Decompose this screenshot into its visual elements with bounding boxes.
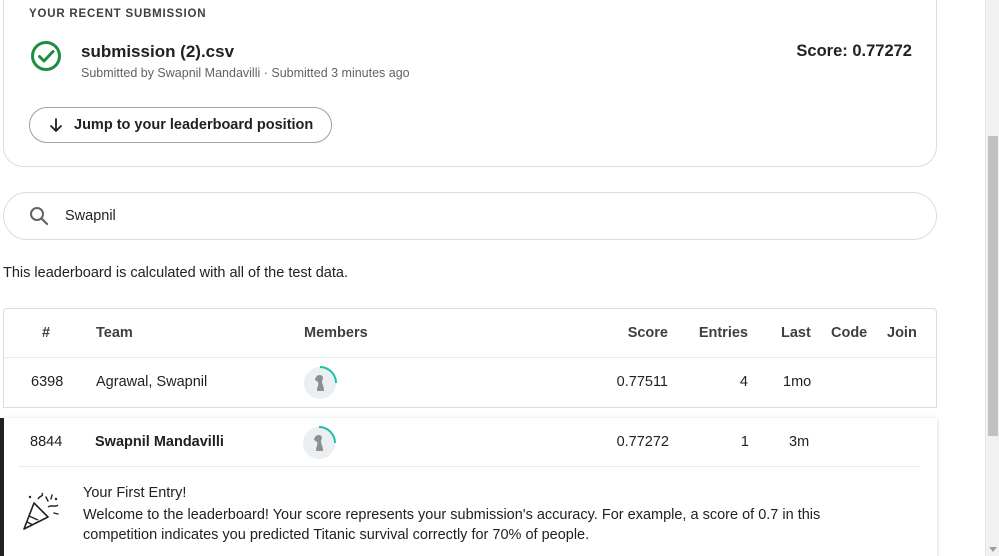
check-circle-icon [31,41,61,71]
row-team[interactable]: Agrawal, Swapnil [96,374,207,390]
column-entries[interactable]: Entries [699,325,748,341]
avatar-progress-ring [319,366,337,384]
own-leaderboard-entry: 8844 Swapnil Mandavilli 0.77272 1 3m You… [0,418,937,556]
page-scrollbar[interactable] [985,0,999,556]
submission-filename: submission (2).csv [81,42,235,61]
row-entries: 4 [739,374,748,390]
row-last: 1mo [783,374,812,390]
row-rank: 6398 [31,374,64,390]
row-score: 0.77511 [616,374,668,390]
column-rank[interactable]: # [42,325,50,341]
search-input[interactable] [65,208,885,224]
scrollbar-thumb[interactable] [988,136,998,436]
arrow-down-icon [50,118,62,132]
own-row-score: 0.77272 [616,434,669,450]
table-header: # Team Members Score Entries Last Code J… [4,309,936,358]
search-icon [30,207,49,226]
table-row[interactable]: 6398 Agrawal, Swapnil 0.77511 4 1mo [4,358,936,408]
jump-to-leaderboard-button[interactable]: Jump to your leaderboard position [29,107,332,143]
column-members: Members [304,325,368,341]
avatar-progress-ring [318,426,336,444]
jump-button-label: Jump to your leaderboard position [74,117,314,133]
own-row-team[interactable]: Swapnil Mandavilli [95,434,224,450]
submission-meta: Submitted by Swapnil Mandavilli · Submit… [81,66,410,80]
own-table-row[interactable]: 8844 Swapnil Mandavilli 0.77272 1 3m [4,418,937,466]
confetti-icon [23,492,59,530]
recent-submission-card: YOUR RECENT SUBMISSION submission (2).cs… [3,0,937,167]
leaderboard-note: This leaderboard is calculated with all … [3,265,348,281]
scroll-down-arrow-icon[interactable] [989,547,997,552]
column-team[interactable]: Team [96,325,133,341]
first-entry-title: Your First Entry! [83,485,187,501]
column-last[interactable]: Last [781,325,811,341]
own-row-last: 3m [789,434,810,450]
page: YOUR RECENT SUBMISSION submission (2).cs… [0,0,985,556]
column-score[interactable]: Score [628,325,668,341]
section-label: YOUR RECENT SUBMISSION [29,8,207,20]
own-row-rank: 8844 [30,434,63,450]
leaderboard-table: # Team Members Score Entries Last Code J… [3,308,937,408]
first-entry-text: Welcome to the leaderboard! Your score r… [83,507,821,543]
own-row-entries: 1 [740,434,749,450]
column-code: Code [831,325,868,341]
submission-score: Score: 0.77272 [796,42,912,60]
leaderboard-search[interactable] [3,192,937,240]
column-join: Join [887,325,917,341]
divider [18,466,920,467]
